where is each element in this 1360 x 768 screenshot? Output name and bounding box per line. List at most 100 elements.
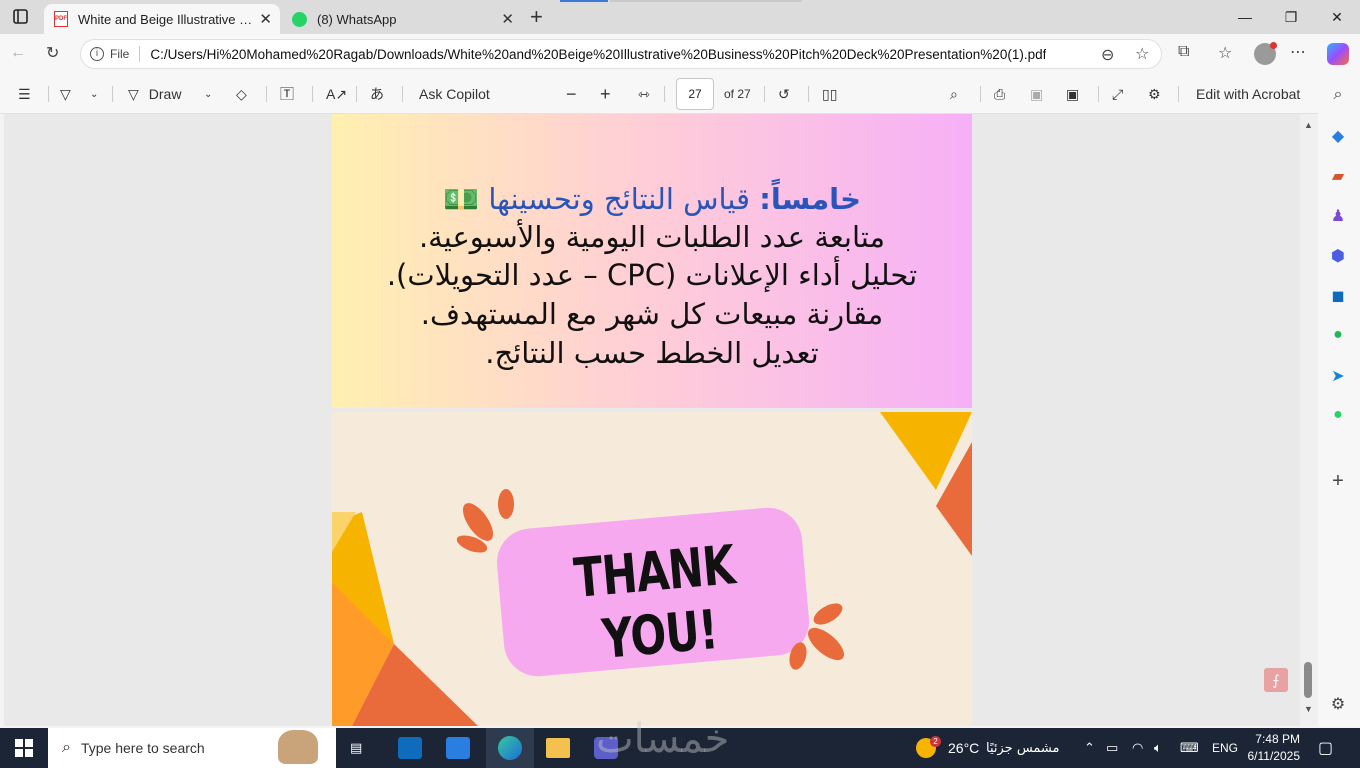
tab-whatsapp[interactable]: (8) WhatsApp ✕: [282, 4, 522, 34]
edge-app-button[interactable]: [486, 728, 534, 768]
url-text: C:/Users/Hi%20Mohamed%20Ragab/Downloads/…: [150, 46, 1047, 62]
notifications-icon[interactable]: ▢: [1318, 728, 1333, 768]
close-tab-icon[interactable]: ✕: [501, 10, 514, 28]
refresh-icon[interactable]: ↻: [46, 43, 59, 63]
favorites-icon[interactable]: ☆: [1218, 43, 1232, 63]
heading-text: قياس النتائج وتحسينها: [488, 182, 760, 216]
show-hidden-icons[interactable]: ⌃: [1084, 728, 1095, 768]
favorite-star-icon[interactable]: ☆: [1135, 44, 1149, 64]
zoom-in-icon[interactable]: +: [600, 74, 611, 114]
store-app-icon[interactable]: [446, 728, 470, 768]
tab-actions-icon[interactable]: [8, 7, 32, 27]
whatsapp-icon[interactable]: ●: [1320, 406, 1356, 430]
weather-desc[interactable]: مشمس جزئيًا: [986, 728, 1060, 768]
slide-line: مقارنة مبيعات كل شهر مع المستهدف.: [420, 297, 884, 331]
tab-pdf[interactable]: PDF White and Beige Illustrative Busines…: [44, 4, 280, 34]
outlook-icon[interactable]: ◼: [1320, 286, 1356, 310]
profile-badge: [1270, 42, 1277, 49]
weather-icon[interactable]: [916, 728, 936, 768]
page-number-input[interactable]: 27: [676, 78, 714, 110]
restore-icon[interactable]: ❐: [1268, 6, 1314, 28]
edit-with-acrobat-button[interactable]: Edit with Acrobat: [1196, 74, 1300, 114]
fit-width-icon[interactable]: ⇿: [638, 74, 650, 114]
edge-sidebar: ⌕ ◆ ▰ ♟ ⬢ ◼ ● ➤ ● + ⚙: [1318, 74, 1360, 726]
tab-title: White and Beige Illustrative Business Pi…: [78, 11, 256, 27]
games-icon[interactable]: ♟: [1320, 206, 1356, 230]
telegram-icon[interactable]: ➤: [1320, 366, 1356, 390]
new-tab-icon[interactable]: +: [530, 4, 543, 30]
thank-you-text: THANK YOU!: [571, 533, 737, 671]
battery-icon[interactable]: ▭: [1106, 728, 1118, 768]
file-explorer-icon[interactable]: [546, 728, 570, 768]
task-view-icon[interactable]: ▤: [350, 728, 362, 768]
network-icon[interactable]: ◠: [1132, 728, 1143, 768]
contents-icon[interactable]: ☰: [18, 74, 31, 114]
read-aloud-icon[interactable]: A↗: [326, 74, 347, 114]
close-tab-icon[interactable]: ✕: [259, 10, 272, 28]
eraser-icon[interactable]: ◇: [236, 74, 247, 114]
slide-page-27: THANK YOU!: [332, 412, 972, 726]
tools-icon[interactable]: ▰: [1320, 166, 1356, 190]
draw-button[interactable]: ▽ Draw: [128, 74, 181, 114]
slide-line: تعديل الخطط حسب النتائج.: [485, 336, 819, 370]
fullscreen-icon[interactable]: ⤢: [1112, 74, 1123, 114]
keyboard-icon[interactable]: ⌨: [1180, 728, 1199, 768]
rotate-icon[interactable]: ↺: [778, 74, 790, 114]
pdf-viewer[interactable]: خامساً: قياس النتائج وتحسينها 💵 متابعة ع…: [4, 114, 1300, 726]
page-view-icon[interactable]: ▯▯: [822, 74, 837, 114]
chevron-down-icon[interactable]: ⌄: [204, 74, 212, 114]
acrobat-icon[interactable]: ⨍: [1264, 668, 1288, 692]
scrollbar-thumb[interactable]: [1304, 662, 1312, 698]
back-icon[interactable]: ←: [10, 44, 26, 62]
copilot-icon[interactable]: [1327, 43, 1349, 65]
zoom-icon[interactable]: ⊖: [1101, 45, 1114, 65]
vertical-scrollbar[interactable]: ▲ ▼: [1300, 114, 1318, 726]
windows-start-icon[interactable]: [14, 728, 34, 768]
search-icon: ⌕: [62, 739, 71, 756]
weather-temp[interactable]: 26°C: [948, 728, 979, 768]
draw-label: Draw: [148, 86, 182, 102]
address-field[interactable]: i File C:/Users/Hi%20Mohamed%20Ragab/Dow…: [80, 39, 1162, 69]
save-as-icon[interactable]: ▣: [1066, 74, 1079, 114]
sidebar-settings-icon[interactable]: ⚙: [1320, 694, 1356, 718]
print-icon[interactable]: ⎙: [994, 74, 1005, 114]
outlook-app-icon[interactable]: [398, 728, 422, 768]
clock-date[interactable]: 6/11/2025: [1234, 749, 1301, 763]
spotify-icon[interactable]: ●: [1320, 326, 1356, 350]
ask-copilot-button[interactable]: Ask Copilot: [419, 74, 490, 114]
whatsapp-icon: [292, 11, 307, 27]
money-emoji-icon: 💵: [443, 182, 480, 216]
tab-indicator: [610, 0, 802, 2]
extensions-icon[interactable]: ⧉: [1178, 43, 1189, 61]
minimize-icon[interactable]: —: [1222, 6, 1268, 28]
tab-title: (8) WhatsApp: [317, 11, 397, 27]
zoom-out-icon[interactable]: −: [566, 74, 577, 114]
slide-page-26: خامساً: قياس النتائج وتحسينها 💵 متابعة ع…: [332, 114, 972, 408]
tab-bar: PDF White and Beige Illustrative Busines…: [0, 0, 1360, 34]
save-icon[interactable]: ▣: [1030, 74, 1043, 114]
chevron-down-icon[interactable]: ⌄: [90, 74, 98, 114]
tab-indicator: [560, 0, 608, 2]
text-box-icon[interactable]: 🅃: [280, 74, 294, 114]
watermark: خمسات: [596, 716, 730, 762]
search-icon[interactable]: ⌕: [1320, 86, 1356, 110]
settings-gear-icon[interactable]: ⚙: [1148, 74, 1161, 114]
clock-time[interactable]: 7:48 PM: [1248, 732, 1300, 746]
translate-icon[interactable]: あ: [370, 74, 384, 114]
close-window-icon[interactable]: ✕: [1314, 6, 1360, 28]
volume-icon[interactable]: 🔈︎: [1154, 728, 1162, 768]
more-options-icon[interactable]: ⋯: [1290, 42, 1306, 62]
microsoft365-icon[interactable]: ⬢: [1320, 246, 1356, 270]
edge-icon: [498, 736, 522, 760]
highlight-icon[interactable]: ▽: [60, 74, 71, 114]
shopping-tag-icon[interactable]: ◆: [1320, 126, 1356, 150]
scroll-down-icon[interactable]: ▼: [1304, 704, 1313, 714]
taskbar: ⌕ Type here to search ▤ خمسات 2 26°C مشم…: [0, 716, 1360, 768]
pen-icon: ▽: [128, 85, 139, 102]
address-bar-row: ← ↻ i File C:/Users/Hi%20Mohamed%20Ragab…: [0, 34, 1360, 74]
search-icon[interactable]: ⌕: [950, 74, 958, 114]
scroll-up-icon[interactable]: ▲: [1304, 120, 1313, 130]
lynx-illustration: [278, 730, 318, 764]
add-icon[interactable]: +: [1320, 470, 1356, 494]
taskbar-search-input[interactable]: ⌕ Type here to search: [48, 728, 336, 768]
